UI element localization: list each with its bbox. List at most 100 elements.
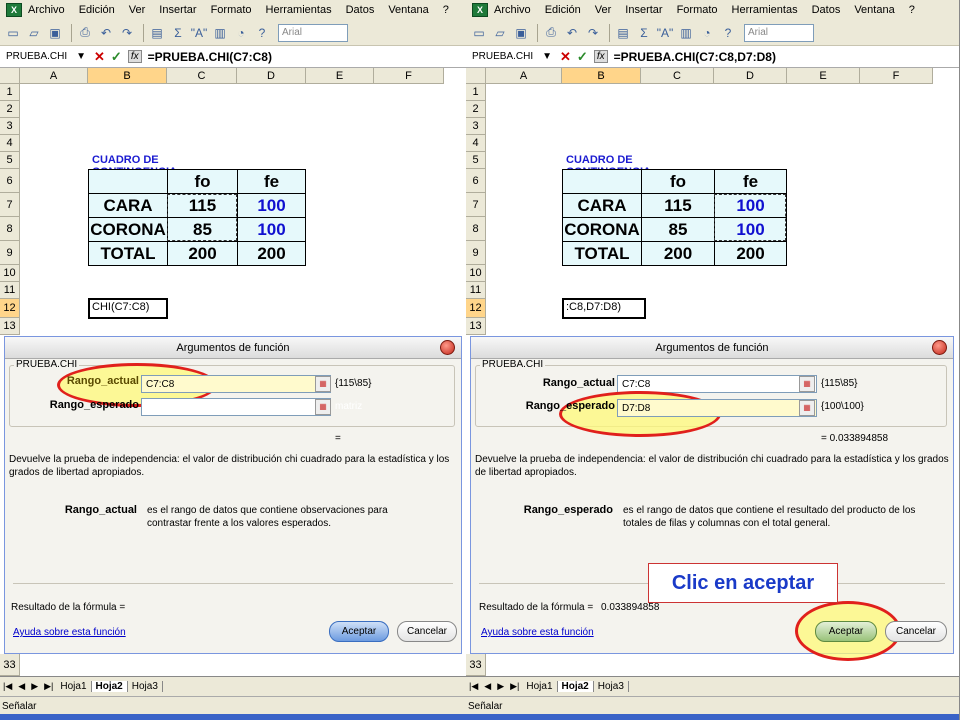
menu-ver[interactable]: Ver: [595, 4, 612, 16]
row-header-5[interactable]: 5: [0, 152, 20, 169]
redo-icon[interactable]: ↷: [584, 24, 602, 42]
row-header-7[interactable]: 7: [0, 193, 20, 217]
name-box[interactable]: PRUEBA.CHI ▼: [2, 48, 90, 66]
menu-formato[interactable]: Formato: [677, 4, 718, 16]
formula-text[interactable]: =PRUEBA.CHI(C7:C8): [148, 50, 272, 64]
cell-fe-total[interactable]: 200: [237, 241, 306, 266]
row-header-2[interactable]: 2: [466, 101, 486, 118]
row-header-3[interactable]: 3: [0, 118, 20, 135]
cell-fo-total[interactable]: 200: [641, 241, 715, 266]
help-icon[interactable]: ?: [253, 24, 271, 42]
row-header-5[interactable]: 5: [466, 152, 486, 169]
row-header-10[interactable]: 10: [466, 265, 486, 282]
chevron-down-icon[interactable]: ▼: [542, 51, 552, 62]
open-icon[interactable]: ▱: [25, 24, 43, 42]
confirm-check-icon[interactable]: ✓: [577, 49, 588, 65]
row-header-11[interactable]: 11: [0, 282, 20, 299]
row-header-10[interactable]: 10: [0, 265, 20, 282]
help-icon[interactable]: ?: [719, 24, 737, 42]
accept-button[interactable]: Aceptar: [815, 621, 877, 642]
menu-herramientas[interactable]: Herramientas: [266, 4, 332, 16]
col-header-a[interactable]: A: [20, 68, 88, 84]
cell-label-total[interactable]: TOTAL: [88, 241, 168, 266]
menu-archivo[interactable]: Archivo: [494, 4, 531, 16]
cell-fe-cara[interactable]: 100: [237, 193, 306, 218]
header-cell-fe[interactable]: fe: [714, 169, 787, 194]
header-cell-fo[interactable]: fo: [167, 169, 238, 194]
next-sheet-icon[interactable]: ▶: [497, 681, 504, 692]
collapse-dialog-icon[interactable]: ▦: [799, 400, 815, 416]
row-header-33[interactable]: 33: [466, 654, 486, 676]
menu-ventana[interactable]: Ventana: [854, 4, 894, 16]
row-header-2[interactable]: 2: [0, 101, 20, 118]
redo-icon[interactable]: ↷: [118, 24, 136, 42]
menu-ver[interactable]: Ver: [129, 4, 146, 16]
cell-label-corona[interactable]: CORONA: [562, 217, 642, 242]
font-name-box[interactable]: Arial: [744, 23, 814, 42]
print-icon[interactable]: ⎙: [542, 24, 560, 42]
col-header-b[interactable]: B: [562, 68, 641, 84]
cell-label-corona[interactable]: CORONA: [88, 217, 168, 242]
tab-hoja3[interactable]: Hoja3: [128, 681, 163, 692]
menu-datos[interactable]: Datos: [812, 4, 841, 16]
menu-edicion[interactable]: Edición: [79, 4, 115, 16]
last-sheet-icon[interactable]: ▶|: [44, 681, 53, 692]
row-header-13[interactable]: 13: [0, 318, 20, 335]
next-sheet-icon[interactable]: ▶: [31, 681, 38, 692]
sum-icon[interactable]: Σ: [169, 24, 187, 42]
tab-hoja2[interactable]: Hoja2: [557, 681, 594, 692]
header-cell-empty[interactable]: [562, 169, 642, 194]
row-header-4[interactable]: 4: [466, 135, 486, 152]
menu-edicion[interactable]: Edición: [545, 4, 581, 16]
paste-icon[interactable]: ▤: [148, 24, 166, 42]
cell-label-total[interactable]: TOTAL: [562, 241, 642, 266]
header-cell-empty[interactable]: [88, 169, 168, 194]
row-header-6[interactable]: 6: [466, 169, 486, 193]
accept-button[interactable]: Aceptar: [329, 621, 389, 642]
fx-icon[interactable]: fx: [593, 50, 608, 63]
row-header-13[interactable]: 13: [466, 318, 486, 335]
col-header-c[interactable]: C: [167, 68, 237, 84]
col-header-c[interactable]: C: [641, 68, 714, 84]
undo-icon[interactable]: ↶: [563, 24, 581, 42]
cell-fo-corona[interactable]: 85: [641, 217, 715, 242]
first-sheet-icon[interactable]: |◀: [3, 681, 12, 692]
save-icon[interactable]: ▣: [512, 24, 530, 42]
zoom-icon[interactable]: ◔: [698, 24, 716, 42]
confirm-check-icon[interactable]: ✓: [111, 49, 122, 65]
undo-icon[interactable]: ↶: [97, 24, 115, 42]
col-header-b[interactable]: B: [88, 68, 167, 84]
chevron-down-icon[interactable]: ▼: [76, 51, 86, 62]
prev-sheet-icon[interactable]: ◀: [18, 681, 25, 692]
menu-ventana[interactable]: Ventana: [388, 4, 428, 16]
last-sheet-icon[interactable]: ▶|: [510, 681, 519, 692]
col-header-d[interactable]: D: [237, 68, 306, 84]
cancel-button[interactable]: Cancelar: [397, 621, 457, 642]
menu-help[interactable]: ?: [443, 4, 449, 16]
row-header-4[interactable]: 4: [0, 135, 20, 152]
sort-icon[interactable]: "A": [656, 24, 674, 42]
collapse-dialog-icon[interactable]: ▦: [799, 376, 815, 392]
print-icon[interactable]: ⎙: [76, 24, 94, 42]
cell-label-cara[interactable]: CARA: [88, 193, 168, 218]
header-cell-fo[interactable]: fo: [641, 169, 715, 194]
first-sheet-icon[interactable]: |◀: [469, 681, 478, 692]
cell-fo-cara[interactable]: 115: [641, 193, 715, 218]
menu-datos[interactable]: Datos: [346, 4, 375, 16]
col-header-e[interactable]: E: [787, 68, 860, 84]
row-header-7[interactable]: 7: [466, 193, 486, 217]
cell-fe-total[interactable]: 200: [714, 241, 787, 266]
arg1-input[interactable]: [141, 375, 331, 393]
row-header-1[interactable]: 1: [466, 84, 486, 101]
cancel-x-icon[interactable]: ✕: [94, 49, 105, 65]
close-icon[interactable]: [440, 340, 455, 355]
menu-archivo[interactable]: Archivo: [28, 4, 65, 16]
name-box[interactable]: PRUEBA.CHI ▼: [468, 48, 556, 66]
menu-formato[interactable]: Formato: [211, 4, 252, 16]
cancel-x-icon[interactable]: ✕: [560, 49, 571, 65]
row-header-3[interactable]: 3: [466, 118, 486, 135]
cell-label-cara[interactable]: CARA: [562, 193, 642, 218]
collapse-dialog-icon[interactable]: ▦: [315, 376, 331, 392]
row-header-8[interactable]: 8: [466, 217, 486, 241]
cancel-button[interactable]: Cancelar: [885, 621, 947, 642]
